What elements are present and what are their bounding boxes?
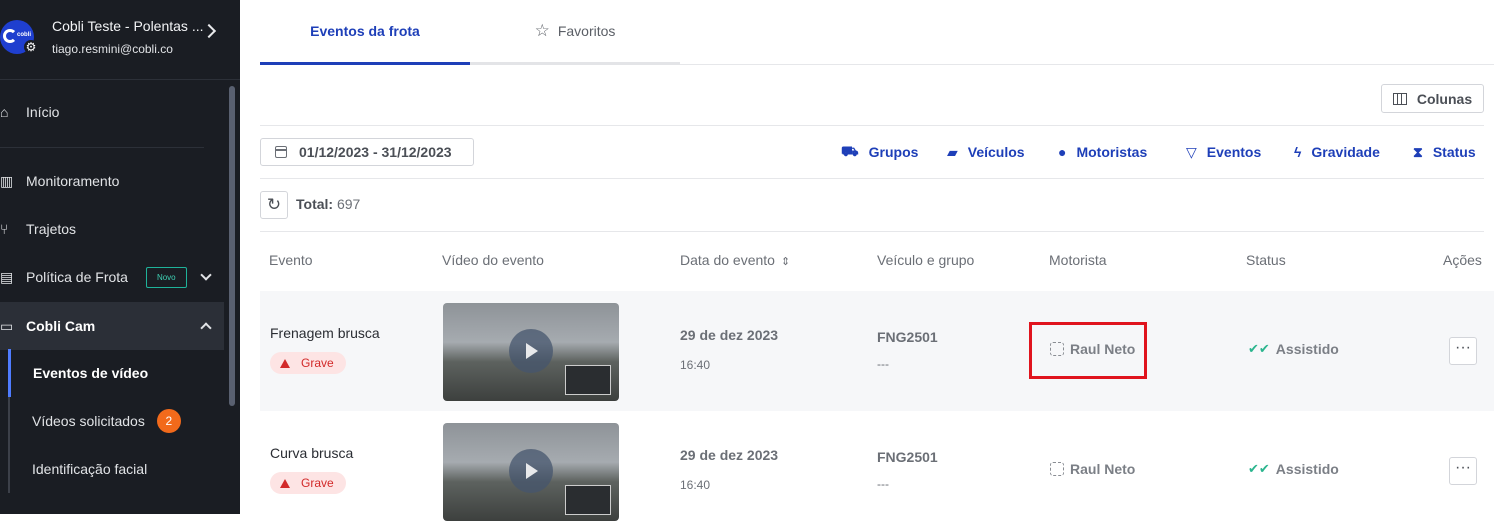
event-date: 29 de dez 2023 [680, 447, 779, 463]
status-badge: ✔✔ Assistido [1248, 341, 1339, 357]
sidebar-item-politica-de-frota[interactable]: ▤ Política de Frota Novo [0, 253, 224, 301]
warning-icon [280, 478, 290, 488]
sidebar: cobli ⚙ Cobli Teste - Polentas ... tiago… [0, 0, 240, 514]
star-icon: ☆ [534, 21, 550, 40]
vehicle-plate: FNG2501 [877, 329, 938, 345]
vehicle-group: --- [877, 477, 889, 491]
warning-icon [280, 358, 290, 368]
divider [260, 178, 1484, 179]
camera-icon: ▭ [0, 317, 14, 334]
more-actions-button[interactable]: ··· [1449, 457, 1477, 485]
video-thumbnail[interactable] [443, 303, 619, 401]
cabin-camera-inset [565, 365, 611, 395]
filter-veiculos[interactable]: ▰ Veículos [947, 143, 1025, 161]
date-range-picker[interactable]: 01/12/2023 - 31/12/2023 [260, 138, 474, 166]
filter-grupos[interactable]: ⛟ Grupos [841, 143, 918, 161]
columns-icon [1392, 92, 1407, 105]
event-time: 16:40 [680, 478, 711, 492]
new-badge: Novo [145, 266, 187, 288]
sidebar-item-monitoramento[interactable]: ▥ Monitoramento [0, 157, 224, 205]
header-motorista: Motorista [1049, 252, 1107, 268]
video-thumbnail[interactable] [443, 423, 619, 521]
calendar-icon [275, 146, 287, 158]
tab-bar: Eventos da frota ☆ Favoritos [260, 0, 1494, 65]
filter-eventos[interactable]: ▽ Eventos [1186, 143, 1261, 161]
sidebar-subitem-videos-solicitados[interactable]: Vídeos solicitados 2 [8, 397, 224, 445]
tab-favoritos[interactable]: ☆ Favoritos [470, 0, 680, 65]
divider [260, 231, 1484, 232]
main-content: Eventos da frota ☆ Favoritos Colunas 01/… [240, 0, 1504, 531]
chevron-down-icon[interactable] [200, 269, 212, 281]
face-id-icon [1050, 462, 1064, 476]
header-veiculo: Veículo e grupo [877, 252, 975, 268]
cabin-camera-inset [565, 485, 611, 515]
filter-status[interactable]: ⧗ Status [1413, 143, 1476, 161]
route-icon: ⑂ [0, 221, 9, 237]
account-switcher[interactable]: cobli ⚙ Cobli Teste - Polentas ... tiago… [0, 0, 240, 80]
play-icon[interactable] [509, 449, 553, 493]
status-badge: ✔✔ Assistido [1248, 461, 1339, 477]
groups-icon: ⛟ [841, 142, 859, 159]
highlight-box [1029, 322, 1147, 379]
total-count: Total: 697 [296, 196, 361, 212]
document-icon: ▤ [0, 268, 14, 285]
cobli-logo: cobli ⚙ [0, 20, 38, 54]
map-icon: ▥ [0, 172, 14, 189]
divider [0, 147, 204, 148]
sort-icon[interactable]: ⇕ [781, 256, 790, 268]
gear-icon[interactable]: ⚙ [24, 40, 38, 54]
vehicle-group: --- [877, 357, 889, 371]
sidebar-subitem-identificacao-facial[interactable]: Identificação facial [8, 445, 224, 493]
home-icon: ⌂ [0, 104, 9, 120]
play-icon[interactable] [509, 329, 553, 373]
account-name: Cobli Teste - Polentas ... [52, 18, 204, 34]
lightning-icon: ϟ [1294, 144, 1302, 160]
table-row[interactable]: Frenagem brusca Grave 29 de dez 2023 16:… [260, 291, 1494, 411]
sidebar-item-cobli-cam[interactable]: ▭ Cobli Cam [0, 302, 224, 350]
chevron-up-icon[interactable] [200, 322, 212, 334]
refresh-button[interactable]: ↻ [260, 191, 288, 219]
sidebar-scrollbar[interactable] [229, 86, 235, 406]
hourglass-icon: ⧗ [1413, 143, 1423, 160]
more-actions-button[interactable]: ··· [1449, 337, 1477, 365]
person-icon: ● [1058, 144, 1067, 160]
sidebar-item-inicio[interactable]: ⌂ Início [0, 88, 224, 136]
divider [260, 125, 1484, 126]
header-status: Status [1246, 252, 1286, 268]
car-icon: ▰ [947, 143, 958, 160]
more-icon: ··· [1455, 339, 1471, 356]
table-row[interactable]: Curva brusca Grave 29 de dez 2023 16:40 … [260, 411, 1494, 531]
header-video: Vídeo do evento [442, 252, 544, 268]
funnel-icon: ▽ [1186, 143, 1197, 160]
event-name: Frenagem brusca [270, 325, 380, 341]
sidebar-subitem-eventos-de-video[interactable]: Eventos de vídeo [8, 349, 224, 397]
account-email: tiago.resmini@cobli.co [52, 42, 173, 56]
refresh-icon: ↻ [266, 195, 282, 214]
tab-eventos-da-frota[interactable]: Eventos da frota [260, 0, 470, 65]
header-acoes: Ações [1443, 252, 1482, 268]
columns-button[interactable]: Colunas [1381, 84, 1484, 113]
double-check-icon: ✔✔ [1248, 341, 1270, 356]
filter-gravidade[interactable]: ϟ Gravidade [1294, 143, 1380, 161]
more-icon: ··· [1455, 459, 1471, 476]
header-data[interactable]: Data do evento ⇕ [680, 252, 790, 268]
header-evento: Evento [269, 252, 313, 268]
sidebar-item-trajetos[interactable]: ⑂ Trajetos [0, 205, 224, 253]
filter-motoristas[interactable]: ● Motoristas [1058, 143, 1147, 161]
severity-badge: Grave [270, 472, 346, 494]
chevron-right-icon[interactable] [201, 23, 217, 39]
event-name: Curva brusca [270, 445, 354, 461]
driver-name[interactable]: Raul Neto [1050, 461, 1135, 477]
event-time: 16:40 [680, 358, 711, 372]
vehicle-plate: FNG2501 [877, 449, 938, 465]
double-check-icon: ✔✔ [1248, 461, 1270, 476]
event-date: 29 de dez 2023 [680, 327, 779, 343]
severity-badge: Grave [270, 352, 346, 374]
count-badge: 2 [156, 409, 181, 433]
